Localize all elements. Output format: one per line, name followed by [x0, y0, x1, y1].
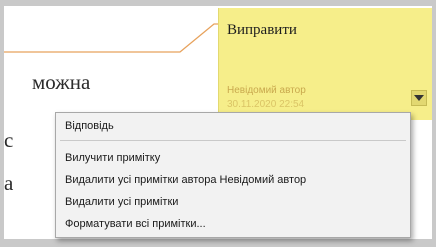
menu-item-reply[interactable]: Відповідь	[65, 117, 401, 135]
comment-text[interactable]: Виправити	[227, 22, 297, 39]
menu-item-delete-all-by-author[interactable]: Видалити усі примітки автора Невідомий а…	[65, 171, 401, 189]
chevron-down-icon	[414, 94, 424, 101]
menu-separator	[60, 140, 406, 141]
document-text-fragment[interactable]: с	[4, 128, 13, 153]
menu-item-format-all-comments[interactable]: Форматувати всі примітки...	[65, 215, 401, 233]
comment-date: 30.11.2020 22:54	[227, 99, 305, 110]
comment-author: Невідомий автор	[227, 85, 306, 96]
comment-box[interactable]: Виправити Невідомий автор 30.11.2020 22:…	[218, 8, 432, 120]
context-menu: Відповідь Вилучити примітку Видалити усі…	[55, 112, 411, 238]
menu-item-delete-comment[interactable]: Вилучити примітку	[65, 149, 401, 167]
comment-menu-button[interactable]	[411, 90, 427, 106]
document-text[interactable]: можна	[32, 70, 90, 95]
menu-item-delete-all-comments[interactable]: Видалити усі примітки	[65, 193, 401, 211]
document-text-fragment[interactable]: а	[4, 171, 13, 196]
